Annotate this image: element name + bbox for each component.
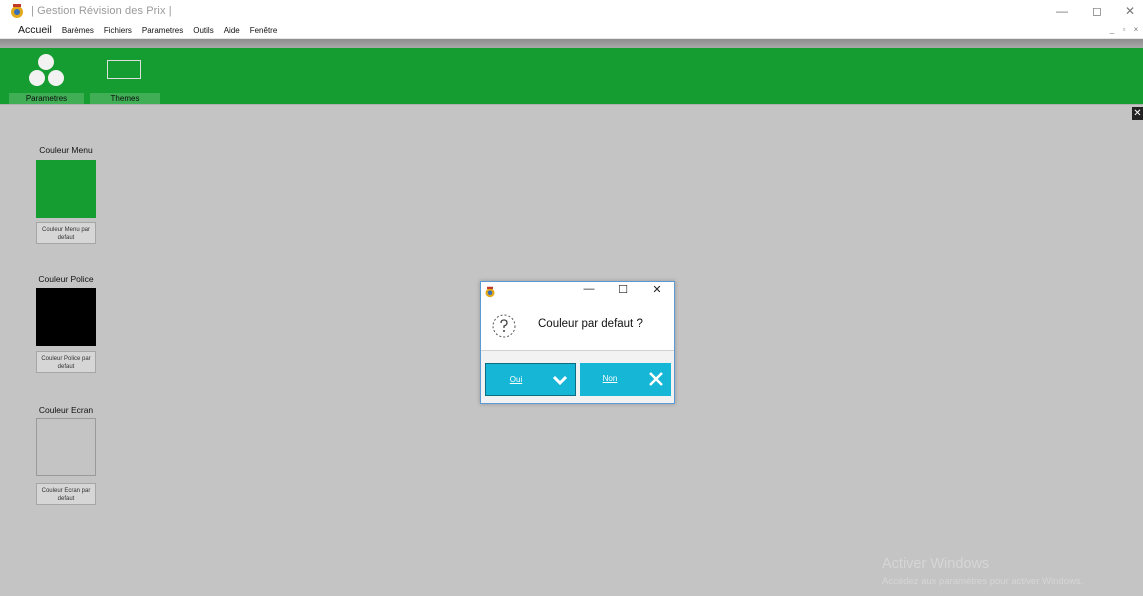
couleur-police-reset-button[interactable]: Couleur Police par defaut [36,351,96,373]
monitor-icon [107,60,141,79]
activation-watermark-title: Activer Windows [882,556,990,572]
close-button[interactable]: ✕ [1113,0,1143,22]
ribbon: Parametres Themes [0,48,1143,104]
menu-baremes[interactable]: Barèmes [60,26,96,35]
app-icon [485,286,495,298]
oui-label: Oui [509,375,523,384]
question-icon [492,314,516,338]
non-button[interactable]: Non [580,363,671,396]
menu-fenetre[interactable]: Fenêtre [248,26,280,35]
couleur-menu-swatch[interactable] [36,160,96,218]
confirm-dialog: — ☐ ✕ Couleur par defaut ? Oui Non [480,281,675,404]
parametres-label: Parametres [9,93,84,104]
themes-label: Themes [90,93,160,104]
non-label: Non [602,374,618,383]
title-bar: | Gestion Révision des Prix | — ◻ ✕ [0,0,1143,22]
mdi-restore-button[interactable]: ▫ [1119,25,1129,34]
couleur-police-label: Couleur Police [38,274,94,284]
minimize-button[interactable]: — [1045,0,1079,22]
toolbar-separator [0,39,1143,48]
restore-button[interactable]: ◻ [1080,0,1114,22]
mdi-controls: _ ▫ × [1107,25,1141,34]
window-title: | Gestion Révision des Prix | [31,5,172,17]
dialog-title-bar: — ☐ ✕ [481,282,674,302]
couleur-police-swatch[interactable] [36,288,96,346]
checkmark-chevron-icon [552,375,568,386]
oui-button[interactable]: Oui [485,363,576,396]
menu-parametres[interactable]: Parametres [140,26,185,35]
dialog-minimize-button[interactable]: — [579,283,599,295]
app-icon [11,4,23,18]
themes-button[interactable]: Themes [90,48,160,104]
dialog-close-button[interactable]: ✕ [647,283,667,296]
menu-accueil[interactable]: Accueil [16,24,54,36]
activation-watermark-subtitle: Accédez aux paramètres pour activer Wind… [882,576,1084,587]
parametres-button[interactable]: Parametres [9,48,84,104]
menu-bar: Accueil Barèmes Fichiers Parametres Outi… [0,22,1143,39]
menu-aide[interactable]: Aide [222,26,242,35]
mdi-close-button[interactable]: × [1131,25,1141,34]
couleur-menu-label: Couleur Menu [39,145,93,155]
menu-outils[interactable]: Outils [191,26,215,35]
close-icon [649,372,663,386]
dialog-message: Couleur par defaut ? [538,318,643,330]
dialog-body: Couleur par defaut ? [481,302,674,351]
couleur-ecran-reset-button[interactable]: Couleur Ecran par defaut [36,483,96,505]
couleur-menu-reset-button[interactable]: Couleur Menu par defaut [36,222,96,244]
circles-settings-icon [9,48,84,93]
mdi-minimize-button[interactable]: _ [1107,25,1117,34]
couleur-ecran-swatch[interactable] [36,418,96,476]
close-panel-button[interactable]: ✕ [1132,107,1143,120]
dialog-maximize-button[interactable]: ☐ [613,283,633,296]
menu-fichiers[interactable]: Fichiers [102,26,134,35]
couleur-ecran-label: Couleur Ecran [38,405,94,415]
